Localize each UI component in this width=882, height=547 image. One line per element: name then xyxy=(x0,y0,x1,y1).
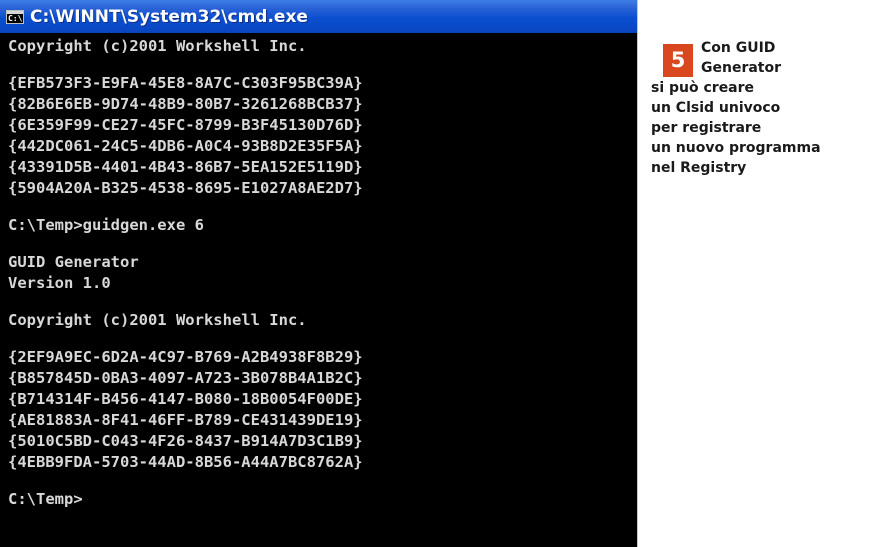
caption-line: un nuovo programma xyxy=(651,140,821,156)
caption-line: si può creare xyxy=(651,80,755,96)
console-line: {442DC061-24C5-4DB6-A0C4-93B8D2E35F5A} xyxy=(8,137,363,155)
console-line: C:\Temp>guidgen.exe 6 xyxy=(8,216,204,234)
console-line: {4EBB9FDA-5703-44AD-8B56-A44A7BC8762A} xyxy=(8,453,363,471)
caption-line: per registrare xyxy=(651,120,762,136)
console-line: {B714314F-B456-4147-B080-18B0054F00DE} xyxy=(8,390,363,408)
console-line: {5010C5BD-C043-4F26-8437-B914A7D3C1B9} xyxy=(8,432,363,450)
caption-line: un Clsid univoco xyxy=(651,100,781,116)
console-icon-glyph: C:\ xyxy=(8,13,23,23)
window-title: C:\WINNT\System32\cmd.exe xyxy=(30,6,308,27)
console-line: Copyright (c)2001 Workshell Inc. xyxy=(8,311,307,329)
console-icon[interactable]: C:\ xyxy=(6,9,24,24)
console-line: Version 1.0 xyxy=(8,274,111,292)
step-number-badge: 5 xyxy=(663,44,693,77)
console-line: Copyright (c)2001 Workshell Inc. xyxy=(8,37,307,55)
console-line: {2EF9A9EC-6D2A-4C97-B769-A2B4938F8B29} xyxy=(8,348,363,366)
console-line: {6E359F99-CE27-45FC-8799-B3F45130D76D} xyxy=(8,116,363,134)
console-line: C:\Temp> xyxy=(8,490,83,508)
console-line: {43391D5B-4401-4B43-86B7-5EA152E5119D} xyxy=(8,158,363,176)
console-line: GUID Generator xyxy=(8,253,139,271)
figure-caption: 5 Con GUID Generator si può creare un Cl… xyxy=(651,38,876,178)
caption-head-line: Generator xyxy=(701,60,782,76)
caption-head-line: Con GUID xyxy=(701,40,776,56)
console-line: {82B6E6EB-9D74-48B9-80B7-3261268BCB37} xyxy=(8,95,363,113)
console-line: {AE81883A-8F41-46FF-B789-CE431439DE19} xyxy=(8,411,363,429)
command-prompt-window[interactable]: C:\ C:\WINNT\System32\cmd.exe Copyright … xyxy=(0,0,638,547)
window-titlebar[interactable]: C:\ C:\WINNT\System32\cmd.exe xyxy=(0,0,637,33)
console-line: {EFB573F3-E9FA-45E8-8A7C-C303F95BC39A} xyxy=(8,74,363,92)
console-line: {B857845D-0BA3-4097-A723-3B078B4A1B2C} xyxy=(8,369,363,387)
console-line: {5904A20A-B325-4538-8695-E1027A8AE2D7} xyxy=(8,179,363,197)
caption-line: nel Registry xyxy=(651,160,747,176)
console-output[interactable]: Copyright (c)2001 Workshell Inc. {EFB573F… xyxy=(8,36,632,510)
